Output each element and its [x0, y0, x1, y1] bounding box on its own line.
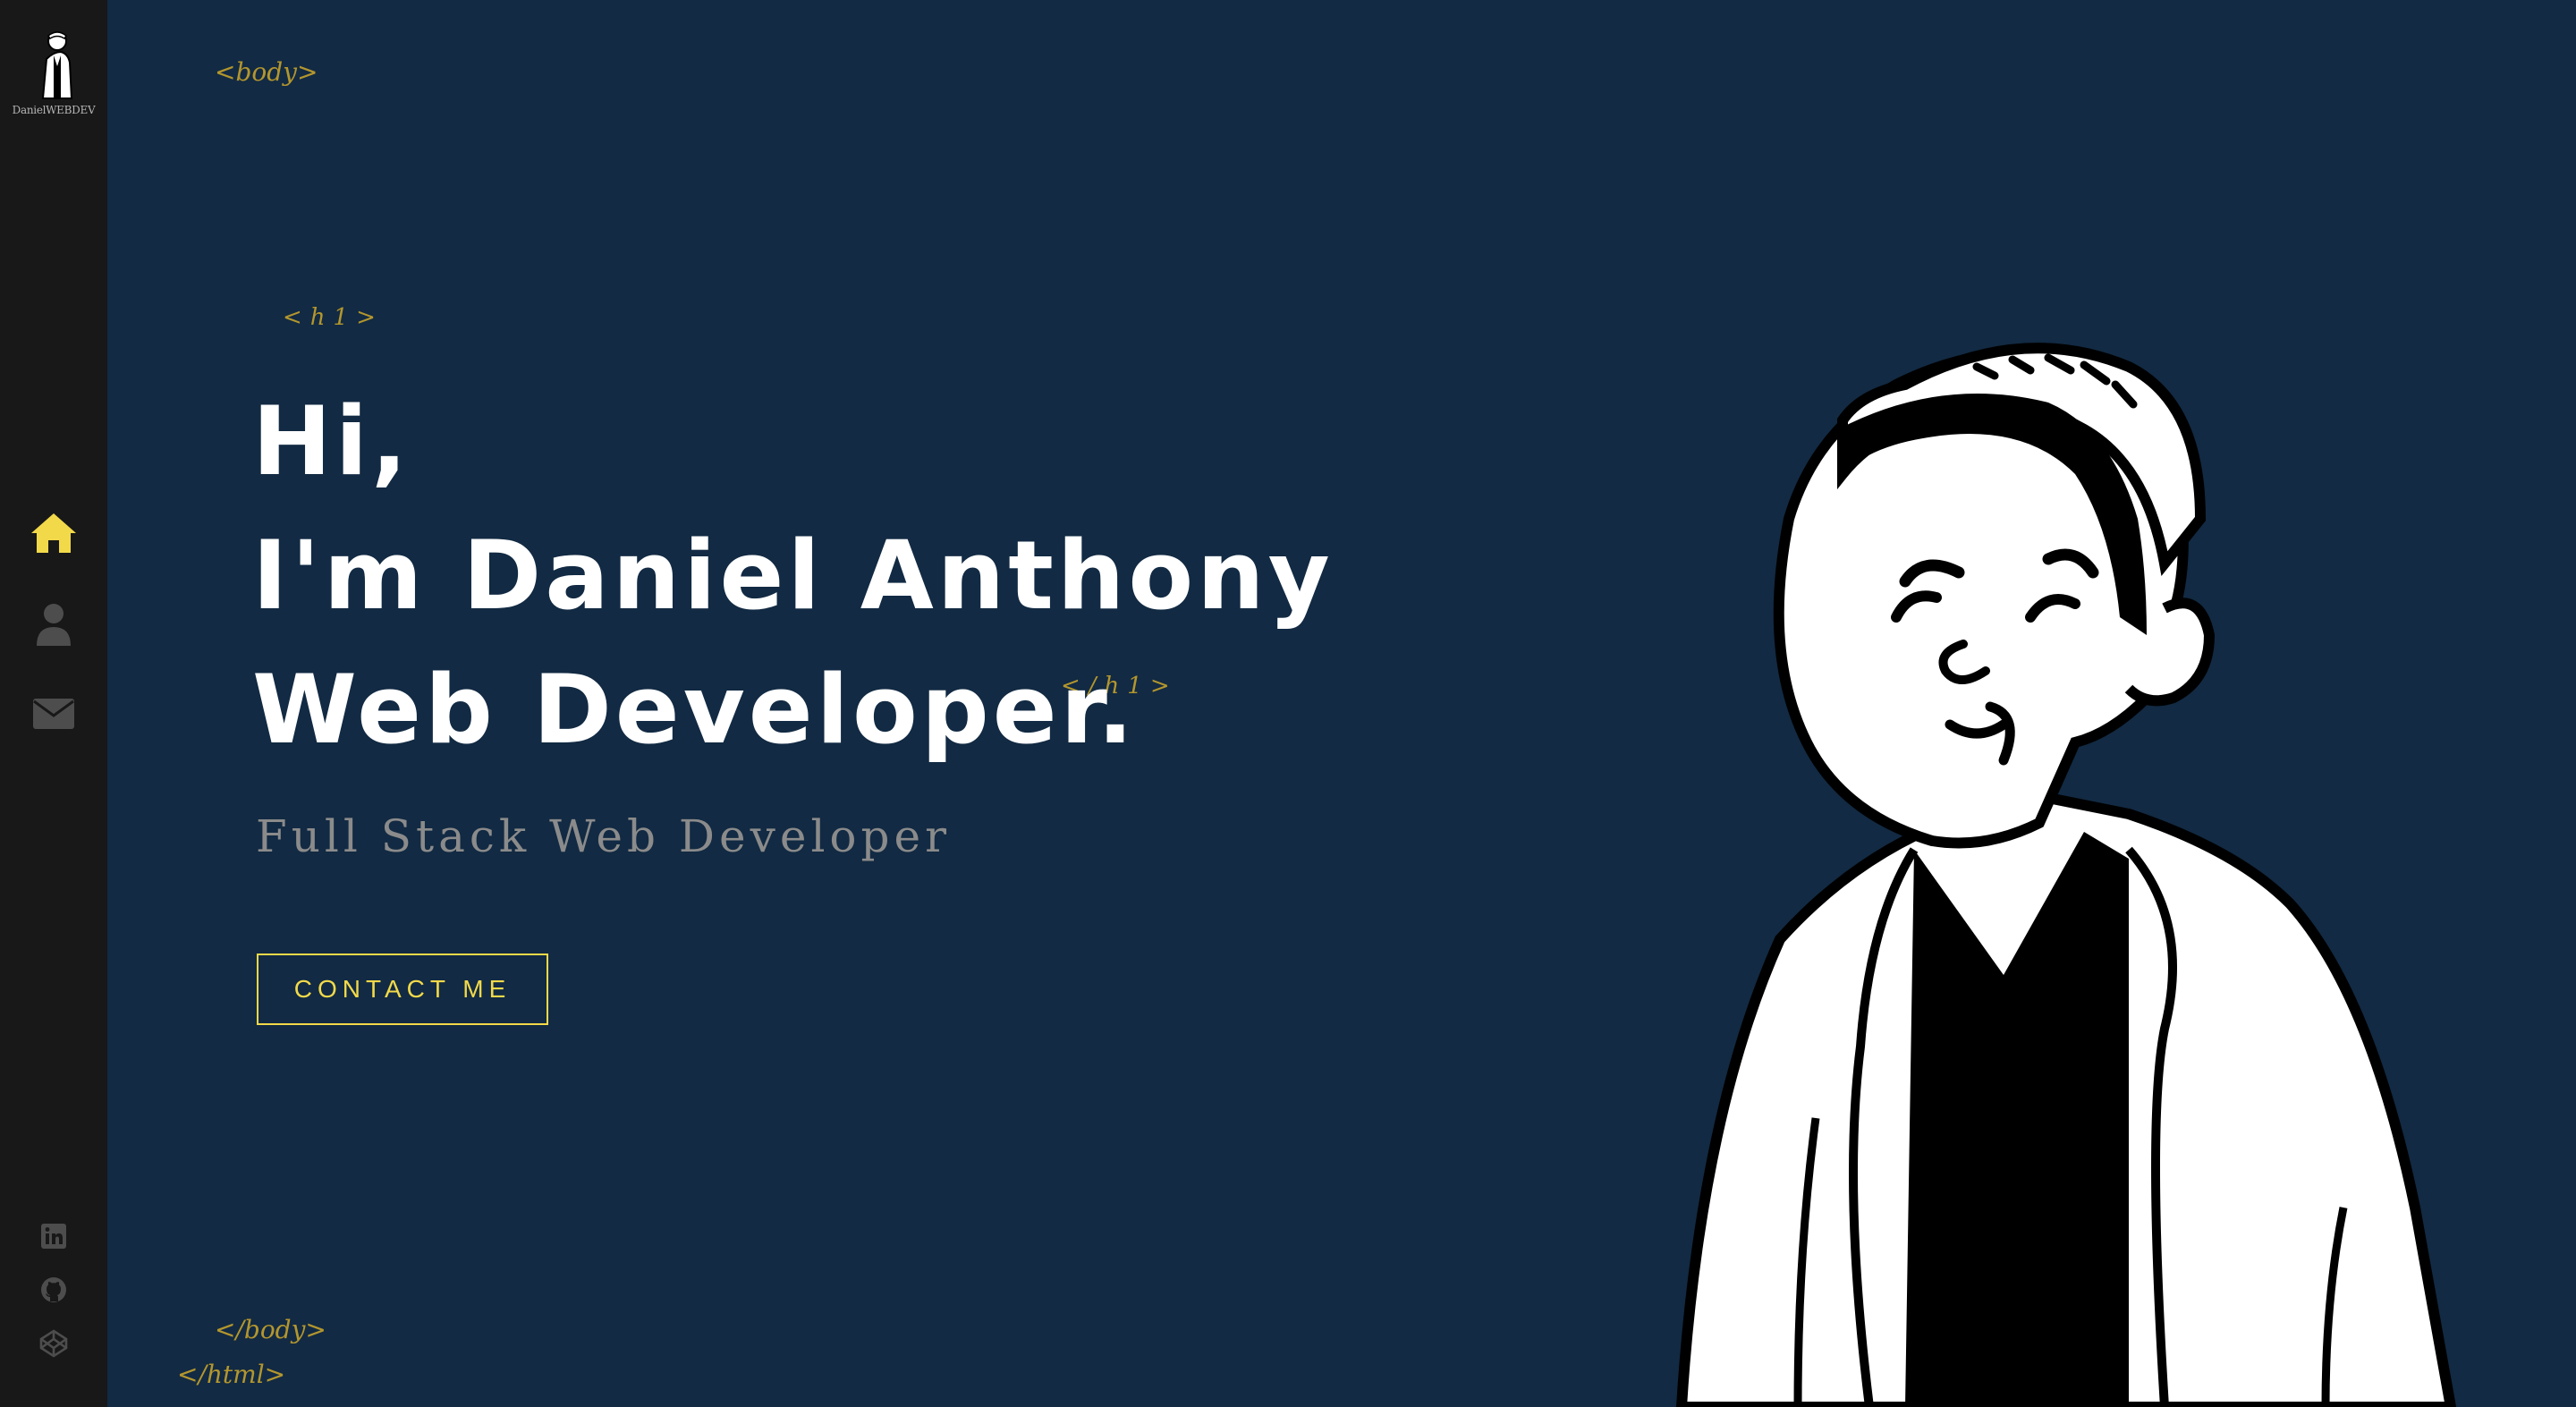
logo-icon [41, 31, 73, 99]
hero-role: Web Developer. [252, 655, 1138, 765]
body-open-tag: <body> [215, 57, 318, 87]
linkedin-icon [41, 1224, 66, 1249]
envelope-icon [33, 699, 74, 729]
logo-text: DanielWEBDEV [12, 104, 96, 116]
linkedin-link[interactable] [0, 1216, 107, 1256]
hero-subtitle: Full Stack Web Developer [256, 810, 952, 862]
h1-open-tag: <h1> [283, 304, 384, 331]
nav-contact[interactable] [0, 687, 107, 741]
codepen-icon [39, 1329, 68, 1358]
hero-greeting: Hi, [252, 386, 411, 496]
codepen-link[interactable] [0, 1324, 107, 1363]
body-close-tag: </body> [215, 1315, 326, 1344]
home-icon [31, 513, 76, 553]
nav-about[interactable] [0, 598, 107, 651]
html-close-tag: </html> [177, 1360, 286, 1389]
logo[interactable]: DanielWEBDEV [0, 27, 107, 116]
github-link[interactable] [0, 1270, 107, 1310]
hero-name: I'm Daniel Anthony [252, 521, 1334, 631]
sidebar: DanielWEBDEV [0, 0, 107, 1407]
nav-home[interactable] [0, 506, 107, 560]
user-icon [37, 604, 71, 646]
contact-me-button[interactable]: CONTACT ME [257, 954, 548, 1025]
page-root: DanielWEBDEV <body> <h1> </h1> </body> <… [0, 0, 2576, 1407]
developer-illustration [1675, 343, 2457, 1407]
github-icon [41, 1277, 66, 1302]
